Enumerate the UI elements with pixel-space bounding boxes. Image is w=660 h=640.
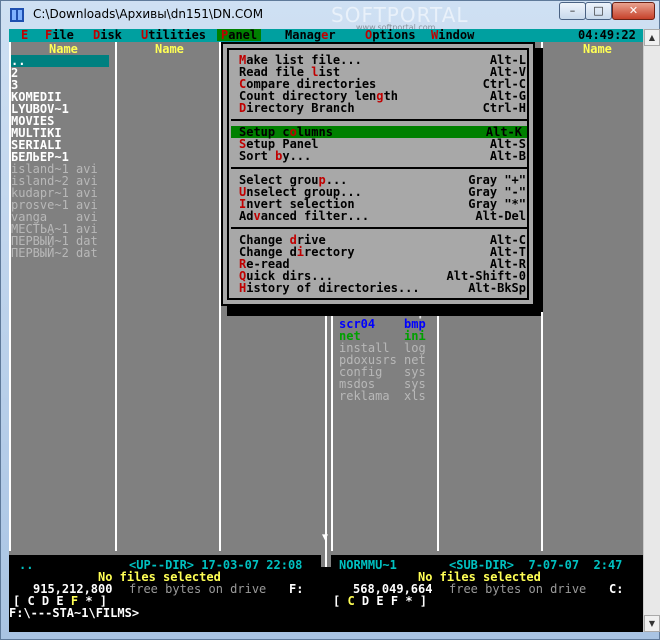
- left-panel-column-2: [115, 42, 221, 551]
- close-button[interactable]: ✕: [612, 2, 655, 20]
- right-drive: C:: [609, 582, 624, 596]
- menu-item-sort-by[interactable]: Sort by... Alt-B: [239, 150, 531, 162]
- menu-item-shortcut: Ctrl-H: [482, 101, 526, 115]
- menu-item-label: Ad: [239, 209, 254, 223]
- drive-bar-close: ]: [419, 594, 428, 608]
- left-drive: F:: [289, 582, 304, 596]
- drive-e-button[interactable]: E: [376, 594, 383, 608]
- drive-f-button[interactable]: F: [391, 594, 398, 608]
- menu-item-hotkey: v: [253, 209, 261, 223]
- menu-item-shortcut: Alt-B: [489, 149, 526, 163]
- menu-item-hotkey: i: [296, 245, 305, 259]
- scroll-down-icon[interactable]: ▼: [644, 615, 660, 632]
- menu-item-hotkey: g: [376, 89, 384, 103]
- column-header: Name: [583, 42, 612, 56]
- menu-label: isk: [100, 29, 122, 42]
- scroll-up-icon[interactable]: ▲: [644, 29, 660, 46]
- menu-item-shortcut: Alt-Del: [475, 209, 526, 223]
- menu-options-item[interactable]: Options: [361, 29, 420, 41]
- menu-disk-item[interactable]: Disk: [89, 29, 126, 41]
- app-window: C:\Downloads\Архивы\dn151\DN.COM SOFTPOR…: [0, 0, 660, 640]
- menu-utilities-item[interactable]: Utilities: [137, 29, 210, 41]
- menu-item-label: anced filter...: [260, 209, 370, 223]
- menu-hotkey: E: [21, 29, 29, 42]
- menu-er-item[interactable]: Manager: [281, 29, 340, 41]
- app-icon: [10, 8, 24, 22]
- menu-item-label: rectory: [304, 245, 355, 259]
- menu-label: ile: [52, 29, 74, 42]
- menu-panel-item[interactable]: Panel: [217, 29, 262, 42]
- right-status-name: NORMMU~1: [339, 558, 397, 572]
- minimize-button[interactable]: –: [559, 2, 586, 20]
- menu-item-history-of-directories[interactable]: History of directories... Alt-BkSp: [239, 282, 531, 294]
- menu-item-label: irectory Branch: [246, 101, 355, 115]
- maximize-button[interactable]: □: [585, 2, 612, 20]
- command-line[interactable]: F:\---STA~1\FILMS>: [9, 607, 643, 620]
- menu-shadow: [535, 48, 543, 312]
- scroll-down-arrow-icon[interactable]: ▼: [322, 532, 328, 543]
- file-entry[interactable]: ПЕРВЫЙ~2 dat: [11, 247, 98, 259]
- menu-item-label: Sort: [239, 149, 276, 163]
- menu-item-label: istory of directories...: [246, 281, 420, 295]
- menu-label: r: [328, 29, 336, 42]
- menu-label: tilities: [148, 29, 207, 42]
- column-header: Name: [155, 42, 184, 56]
- drive-bar-open: [: [333, 594, 348, 608]
- vertical-scrollbar[interactable]: ▲ ▼: [643, 29, 660, 632]
- menu-label: ptions: [372, 29, 416, 42]
- menu-e-item[interactable]: E: [17, 29, 32, 41]
- menu-bar: 04:49:22 E File Disk Utilities Panel Manager O…: [9, 29, 643, 42]
- menu-separator: [231, 167, 527, 169]
- clock: 04:49:22: [578, 29, 636, 42]
- title-bar[interactable]: C:\Downloads\Архивы\dn151\DN.COM SOFTPOR…: [1, 1, 660, 32]
- right-drive-bar[interactable]: [ C D E F * ]: [333, 595, 427, 607]
- drive-d-button[interactable]: D: [362, 594, 369, 608]
- left-status-name: ..: [19, 558, 34, 572]
- menu-label: anel: [228, 29, 258, 42]
- drive-any-button[interactable]: *: [405, 594, 412, 608]
- file-entry[interactable]: reklama xls: [339, 390, 426, 402]
- menu-shadow: [227, 306, 541, 316]
- menu-file-item[interactable]: File: [41, 29, 78, 41]
- right-panel-column-3: [543, 42, 643, 551]
- drive-c-button[interactable]: C: [347, 594, 354, 608]
- menu-item-label: y...: [282, 149, 312, 163]
- menu-label-prefix: Manag: [285, 29, 322, 42]
- right-free-text: free bytes on drive: [449, 582, 587, 596]
- left-free-text: free bytes on drive: [129, 582, 267, 596]
- menu-separator: [231, 227, 527, 229]
- window-title: C:\Downloads\Архивы\dn151\DN.COM: [33, 7, 264, 21]
- menu-separator: [231, 119, 527, 121]
- column-header: Name: [49, 42, 78, 56]
- panel-menu: Make list file... Alt-L Read file list Alt-…: [221, 42, 535, 306]
- menu-window-item[interactable]: Window: [427, 29, 478, 41]
- menu-label: indow: [438, 29, 475, 42]
- dos-console: 04:49:22 E File Disk Utilities Panel Manager O…: [9, 29, 643, 632]
- file-entry[interactable]: ..: [11, 55, 109, 67]
- menu-item-directory-branch[interactable]: Directory Branch Ctrl-H: [239, 102, 531, 114]
- menu-item-label: th: [383, 89, 398, 103]
- menu-item-advanced-filter[interactable]: Advanced filter... Alt-Del: [239, 210, 531, 222]
- menu-item-shortcut: Alt-BkSp: [468, 281, 526, 295]
